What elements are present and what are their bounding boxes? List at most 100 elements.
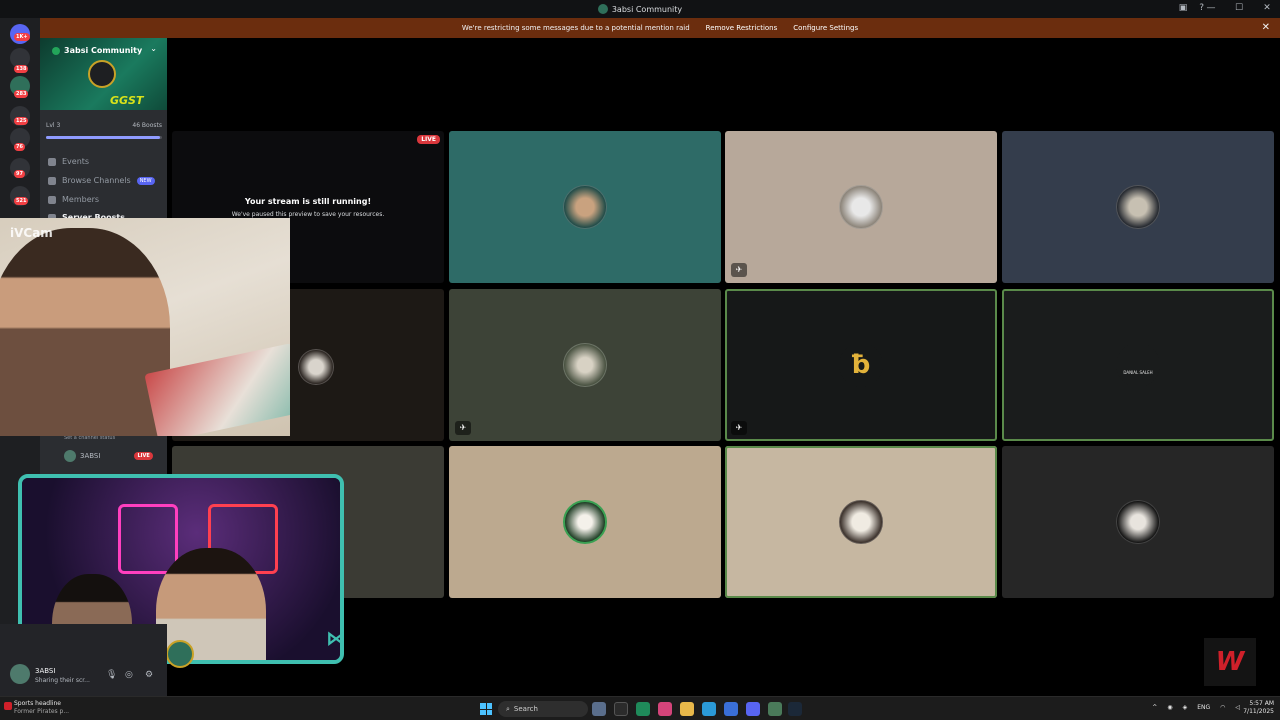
close-icon[interactable]: ✕ <box>1262 22 1270 33</box>
avatar <box>64 450 76 462</box>
participant-tile[interactable] <box>725 446 997 598</box>
server-name-text: 3absi Community <box>64 46 143 55</box>
taskbar-app-icon[interactable] <box>768 702 782 716</box>
maximize-button[interactable]: ☐ <box>1232 3 1246 13</box>
tray-arrow-icon[interactable]: ^ <box>1152 704 1157 711</box>
edge-icon[interactable] <box>702 702 716 716</box>
rail-badge: 521 <box>14 197 29 205</box>
avatar <box>563 185 607 229</box>
avatar <box>563 500 607 544</box>
members-icon <box>48 195 56 204</box>
tray-app-icon[interactable]: ◉ <box>1167 704 1172 711</box>
rail-badge: 97 <box>14 170 25 178</box>
voice-user[interactable]: 3ABSI LIVE <box>64 450 153 462</box>
clock-date: 7/11/2025 <box>1243 708 1274 715</box>
remove-restrictions-button[interactable]: Remove Restrictions <box>706 24 778 32</box>
system-tray: ^ ◉ ◈ ENG ◠ ◁ <box>1152 704 1240 711</box>
new-badge: NEW <box>136 176 155 185</box>
window-title-text: 3absi Community <box>611 4 683 14</box>
browse-icon <box>48 176 56 185</box>
server-name[interactable]: 3absi Community <box>52 46 142 55</box>
clock-time: 5:57 AM <box>1249 700 1274 707</box>
sidebar-item-browse-channels[interactable]: Browse Channels NEW <box>48 176 155 185</box>
sidebar-item-label: Members <box>62 195 100 204</box>
boost-count: 46 Boosts <box>132 122 162 129</box>
user-status: Sharing their scr... <box>35 677 90 684</box>
participant-tile[interactable]: DANIAL SALEH <box>1002 289 1274 441</box>
community-logo <box>166 640 194 668</box>
close-window-button[interactable]: ✕ <box>1260 3 1274 13</box>
avatar <box>1116 185 1160 229</box>
title-bar: 3absi Community ▣ ? — ☐ ✕ <box>0 0 1280 18</box>
ivcam-overlay: iVCam <box>0 218 290 436</box>
windows-taskbar: Sports headline Former Pirates p... ⌕ Se… <box>0 696 1280 720</box>
sidebar-item-members[interactable]: Members <box>48 195 99 204</box>
taskbar-app-icon[interactable] <box>658 702 672 716</box>
ivcam-label: iVCam <box>10 226 53 240</box>
neon-light <box>118 504 178 574</box>
gear-icon[interactable]: ⚙ <box>145 670 153 680</box>
avatar: ƀ <box>839 343 883 387</box>
participant-tile[interactable]: ✈ <box>725 131 997 283</box>
rail-badge: 283 <box>14 90 29 98</box>
search-label: Search <box>513 705 538 713</box>
boost-bar <box>46 136 162 139</box>
participant-tile[interactable] <box>1002 446 1274 598</box>
participant-tile[interactable] <box>449 131 721 283</box>
avatar[interactable] <box>10 664 30 684</box>
taskbar-app-icon[interactable] <box>636 702 650 716</box>
discord-icon[interactable] <box>746 702 760 716</box>
participant-tile[interactable] <box>1002 131 1274 283</box>
news-widget[interactable]: Sports headline Former Pirates p... <box>14 700 69 716</box>
voice-user-name: 3ABSI <box>80 452 101 460</box>
chevron-down-icon[interactable]: ⌄ <box>150 44 157 53</box>
participant-tile[interactable]: ✈ <box>449 289 721 441</box>
sidebar-item-events[interactable]: Events <box>48 157 89 166</box>
banner-art-text: GGST <box>110 94 144 107</box>
microphone-icon[interactable]: 🎙 <box>106 670 117 680</box>
avatar <box>563 343 607 387</box>
wifi-icon[interactable]: ◠ <box>1220 704 1225 711</box>
live-badge: LIVE <box>417 135 440 144</box>
start-button[interactable] <box>480 703 492 715</box>
raid-warning-banner: We're restricting some messages due to a… <box>40 18 1280 38</box>
rail-badge: 1K+ <box>14 33 30 41</box>
rail-badge: 125 <box>14 117 29 125</box>
search-icon: ⌕ <box>506 704 510 713</box>
calendar-icon <box>48 157 56 166</box>
tray-app-icon[interactable]: ◈ <box>1183 704 1188 711</box>
avatar <box>298 349 334 385</box>
webcam-person <box>0 228 170 436</box>
rail-badge: 138 <box>14 65 29 73</box>
boost-fill <box>46 136 160 139</box>
steam-icon[interactable] <box>788 702 802 716</box>
live-badge: LIVE <box>134 452 153 460</box>
avatar <box>839 500 883 544</box>
search-box[interactable]: ⌕ Search <box>498 701 588 717</box>
taskbar-app-icon[interactable] <box>724 702 738 716</box>
participant-tile[interactable]: ƀ ✈ <box>725 289 997 441</box>
volume-icon[interactable]: ◁ <box>1235 704 1240 711</box>
taskbar-app-icon[interactable] <box>614 702 628 716</box>
taskbar-app-icon[interactable] <box>592 702 606 716</box>
news-title: Sports headline <box>14 700 61 707</box>
server-banner[interactable]: 3absi Community ⌄ GGST <box>40 38 167 110</box>
sidebar-item-label: Events <box>62 157 90 166</box>
verified-icon <box>52 46 60 55</box>
server-logo-icon <box>597 4 608 14</box>
folder-icon[interactable] <box>680 702 694 716</box>
language-indicator[interactable]: ENG <box>1197 704 1210 711</box>
news-icon <box>4 702 12 710</box>
rocket-icon: ✈ <box>731 421 747 435</box>
rocket-icon: ✈ <box>731 263 747 277</box>
clock[interactable]: 5:57 AM 7/11/2025 <box>1243 700 1274 716</box>
participant-tile[interactable] <box>449 446 721 598</box>
news-subtitle: Former Pirates p... <box>14 708 70 715</box>
minimize-button[interactable]: — <box>1204 3 1218 13</box>
boost-progress[interactable]: Lvl 3 46 Boosts <box>46 122 162 129</box>
headphones-icon[interactable]: ◎ <box>125 670 133 680</box>
user-name: 3ABSI <box>35 667 56 675</box>
avatar-logo-text: DANIAL SALEH <box>1123 370 1153 375</box>
inbox-icon[interactable]: ▣ <box>1179 3 1188 13</box>
configure-settings-button[interactable]: Configure Settings <box>793 24 858 32</box>
